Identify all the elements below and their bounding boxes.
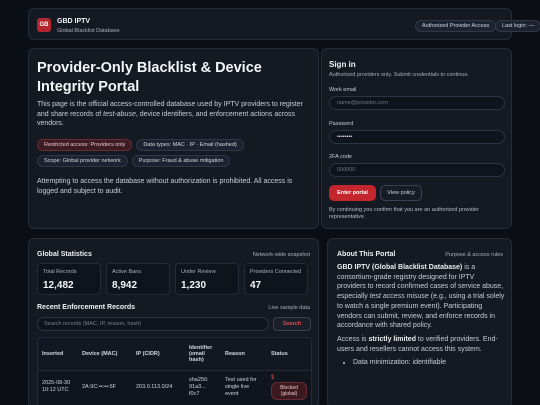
cell-status: $Blocked (global) [267, 370, 311, 404]
stat-value: 8,942 [112, 280, 138, 291]
about-body: GBD IPTV (Global Blacklist Database) is … [337, 263, 505, 368]
stats-note: Network-wide snapshot [252, 252, 310, 258]
hero-panel: Provider-Only Blacklist & Device Integri… [28, 48, 319, 229]
brand-logo: GB [37, 18, 51, 32]
stat-label: Total Records [43, 269, 77, 275]
cell-hash: sha256: 91a3... f0c7 [189, 376, 209, 397]
table-row[interactable]: 2025-08-30 10:12 UTC 2A:9C:••:••:6F 203.… [38, 370, 311, 404]
enter-portal-button[interactable]: Enter portal [329, 185, 376, 201]
status-badge: Blocked (global) [271, 381, 307, 400]
col-device-mac: Device (MAC) [78, 338, 132, 371]
about-title: About This Portal [337, 251, 396, 258]
signin-subtitle: Authorized providers only. Submit creden… [329, 72, 469, 78]
cell-ip: 203.0.113.0/24 [136, 383, 173, 390]
twofa-label: 2FA code [329, 154, 352, 160]
recent-records-note: Live sample data [268, 305, 310, 311]
about-bold: strictly limited [368, 335, 416, 343]
top-bar: GB GBD IPTV Global Blacklist Database Au… [28, 8, 540, 40]
hero-tags: Restricted access: Providers only Data t… [37, 139, 313, 167]
stat-value: 12,482 [43, 280, 74, 291]
stat-label: Under Review [181, 269, 216, 275]
about-bold: GBD IPTV (Global Blacklist Database) [337, 264, 463, 271]
hero-description: This page is the official access-control… [37, 100, 313, 129]
col-identifier: Identifier (email hash) [185, 338, 221, 371]
stat-under-review: Under Review 1,230 [175, 263, 239, 295]
list-item: Data minimization: identifiable [353, 358, 505, 368]
stat-total-records: Total Records 12,482 [37, 263, 101, 295]
password-label: Password [329, 121, 354, 127]
tag-purpose: Purpose: Fraud & abuse mitigation [131, 155, 231, 167]
hero-desc-emphasis: test-abuse [103, 110, 136, 118]
recent-records-title: Recent Enforcement Records [37, 304, 136, 311]
stat-active-bans: Active Bans 8,942 [106, 263, 170, 295]
col-status: Status [267, 338, 311, 371]
stat-providers-connected: Providers Connected 47 [244, 263, 308, 295]
table-header-row: Inserted Device (MAC) IP (CIDR) Identifi… [38, 338, 311, 371]
brand-subtitle: Global Blacklist Database [57, 28, 120, 34]
about-text: Access is [337, 335, 369, 343]
email-label: Work email [329, 87, 357, 93]
last-login-badge: Last login: — [495, 20, 540, 32]
twofa-field[interactable] [329, 163, 505, 177]
brand-name: GBD IPTV [57, 18, 91, 25]
status-dot-icon: $ [271, 374, 275, 381]
stat-label: Providers Connected [250, 269, 302, 275]
statistics-panel: Global Statistics Network-wide snapshot … [28, 238, 319, 405]
access-warning: Attempting to access the database withou… [37, 178, 293, 195]
about-paragraph: GBD IPTV (Global Blacklist Database) is … [337, 263, 505, 331]
page-title: Provider-Only Blacklist & Device Integri… [37, 60, 262, 95]
view-policy-button[interactable]: View policy [380, 185, 422, 201]
records-table: Inserted Device (MAC) IP (CIDR) Identifi… [37, 337, 312, 405]
signin-title: Sign in [329, 60, 356, 69]
cell-reason: Test used for single live event [225, 376, 257, 397]
col-ip-cidr: IP (CIDR) [132, 338, 185, 371]
tag-restricted-access: Restricted access: Providers only [37, 139, 133, 151]
about-panel: About This Portal Purpose & access rules… [327, 238, 512, 405]
about-paragraph: Access is strictly limited to verified p… [337, 335, 505, 354]
password-field[interactable] [329, 130, 505, 144]
stats-title: Global Statistics [37, 251, 92, 258]
tag-scope: Scope: Global provider network [37, 155, 128, 167]
signin-panel: Sign in Authorized providers only. Submi… [321, 48, 512, 229]
stat-value: 47 [250, 280, 262, 291]
cell-inserted: 2025-08-30 10:12 UTC [42, 380, 71, 393]
records-search-input[interactable] [37, 317, 269, 331]
col-reason: Reason [221, 338, 267, 371]
stat-label: Active Bans [112, 269, 142, 275]
cell-mac: 2A:9C:••:••:6F [82, 383, 116, 390]
authorized-access-badge: Authorized Provider Access [415, 20, 497, 32]
signin-consent-text: By continuing you confirm that you are a… [329, 207, 479, 221]
about-note: Purpose & access rules [445, 252, 503, 258]
col-inserted: Inserted [38, 338, 78, 371]
about-list: Data minimization: identifiable [353, 358, 505, 368]
search-button[interactable]: Search [273, 317, 311, 331]
stat-value: 1,230 [181, 280, 207, 291]
email-field[interactable] [329, 96, 505, 110]
tag-data-types: Data types: MAC · IP · Email (hashed) [136, 139, 244, 151]
about-emphasis: test access misuse [369, 293, 429, 301]
